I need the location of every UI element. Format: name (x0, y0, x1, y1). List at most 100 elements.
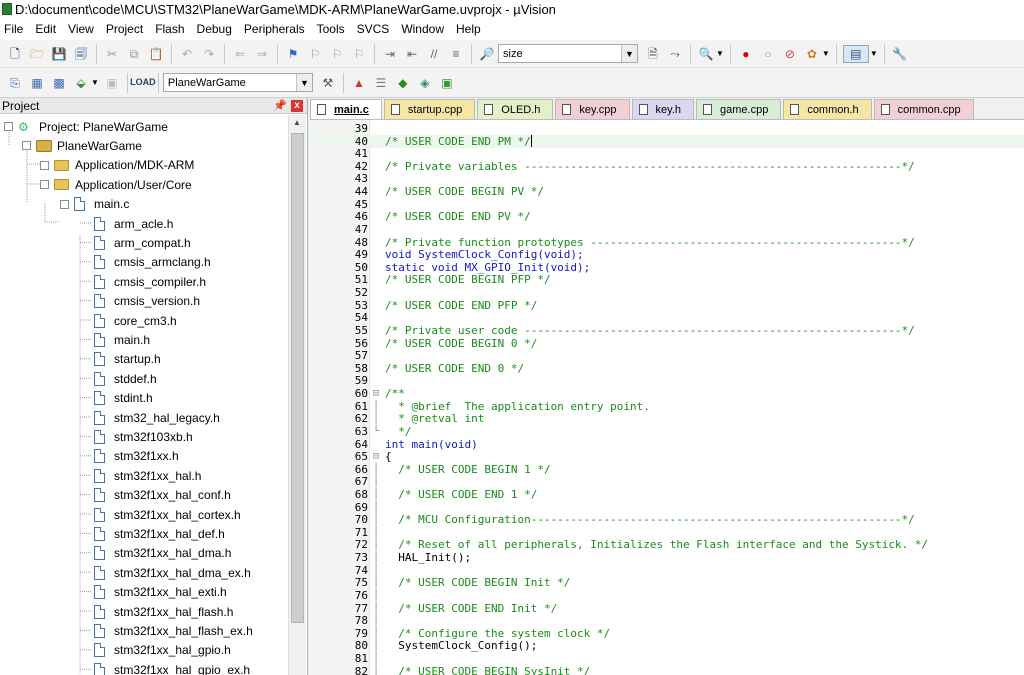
menu-help[interactable]: Help (452, 22, 489, 36)
collapse-icon[interactable] (40, 180, 49, 190)
chevron-down-icon[interactable]: ▼ (822, 49, 830, 58)
new-file-icon[interactable]: 🗋 (6, 45, 24, 63)
tree-item[interactable]: stm32f1xx_hal_gpio_ex.h (94, 660, 250, 675)
indent-icon[interactable]: ⇥ (381, 45, 399, 63)
collapse-icon[interactable] (22, 141, 31, 151)
tree-item[interactable]: stm32f1xx_hal.h (94, 466, 201, 485)
tree-item[interactable]: Application/User/Core (40, 175, 192, 194)
tree-item[interactable]: stm32f1xx_hal_conf.h (94, 486, 231, 505)
save-all-icon[interactable]: 🗐 (72, 45, 90, 63)
menu-window[interactable]: Window (397, 22, 452, 36)
navigate-back-icon[interactable]: ⇐ (231, 45, 249, 63)
project-panel-scrollbar[interactable]: ▲ (288, 115, 306, 675)
menu-debug[interactable]: Debug (193, 22, 240, 36)
bookmark-clear-icon[interactable]: ⚐ (350, 45, 368, 63)
configure-icon[interactable]: 🔧 (891, 45, 909, 63)
download-icon[interactable]: LOAD (130, 74, 156, 92)
editor-tab[interactable]: key.h (631, 99, 694, 119)
find-in-files-icon[interactable]: 🔎 (478, 45, 496, 63)
tree-item[interactable]: main.c (60, 195, 129, 214)
tree-item[interactable]: stm32f1xx_hal_cortex.h (94, 505, 241, 524)
menu-flash[interactable]: Flash (151, 22, 192, 36)
file-extensions-icon[interactable]: ☰ (372, 74, 390, 92)
tree-item[interactable]: stm32f1xx.h (94, 447, 179, 466)
undo-icon[interactable]: ↶ (178, 45, 196, 63)
breakpoint-disable-all-icon[interactable]: ⊘ (781, 45, 799, 63)
rebuild-icon[interactable]: ▩ (50, 74, 68, 92)
open-folder-icon[interactable]: 🗁 (28, 45, 46, 63)
collapse-icon[interactable] (4, 122, 13, 131)
stop-build-icon[interactable]: ▣ (103, 74, 121, 92)
unindent-icon[interactable]: ⇤ (403, 45, 421, 63)
tree-item[interactable]: arm_compat.h (94, 233, 191, 252)
tree-item[interactable]: stm32f1xx_hal_flash_ex.h (94, 621, 253, 640)
fold-collapse-icon[interactable]: ⊟ (373, 387, 382, 400)
cut-icon[interactable]: ✂ (103, 45, 121, 63)
tree-item[interactable]: cmsis_armclang.h (94, 253, 211, 272)
window-layout-icon[interactable]: ▤ (842, 44, 869, 63)
navigate-forward-icon[interactable]: ⇒ (253, 45, 271, 63)
tree-item[interactable]: Application/MDK-ARM (40, 156, 194, 175)
find-combo[interactable]: size ▼ (498, 44, 638, 63)
tree-item[interactable]: arm_acle.h (94, 214, 173, 233)
select-software-packs-icon[interactable]: ◈ (416, 74, 434, 92)
menu-file[interactable]: File (0, 22, 31, 36)
tree-item[interactable]: cmsis_version.h (94, 292, 200, 311)
tree-item[interactable]: stddef.h (94, 369, 157, 388)
paste-icon[interactable]: 📋 (147, 45, 165, 63)
scroll-up-icon[interactable]: ▲ (289, 115, 305, 131)
menu-svcs[interactable]: SVCS (353, 22, 398, 36)
editor-tab[interactable]: OLED.h (477, 99, 554, 119)
chevron-down-icon[interactable]: ▼ (621, 45, 637, 62)
find-icon[interactable]: 🗎 (644, 45, 662, 63)
tree-item[interactable]: stdint.h (94, 389, 153, 408)
tree-item[interactable]: stm32f1xx_hal_exti.h (94, 583, 227, 602)
tree-item[interactable]: stm32f1xx_hal_dma.h (94, 544, 231, 563)
expand-icon[interactable] (40, 160, 49, 170)
pin-icon[interactable]: 📌 (273, 99, 287, 112)
collapse-icon[interactable] (60, 199, 69, 209)
tree-item[interactable]: cmsis_compiler.h (94, 272, 206, 291)
editor-tab[interactable]: common.h (783, 99, 872, 119)
breakpoint-kill-all-icon[interactable]: ✿ (803, 45, 821, 63)
target-options-icon[interactable]: ⚒ (319, 74, 337, 92)
pack-installer-icon[interactable]: ▣ (438, 74, 456, 92)
menu-peripherals[interactable]: Peripherals (240, 22, 313, 36)
tree-item[interactable]: stm32_hal_legacy.h (94, 408, 220, 427)
manage-project-items-icon[interactable]: ▲ (350, 74, 368, 92)
tree-item[interactable]: stm32f1xx_hal_gpio.h (94, 641, 231, 660)
batch-build-icon[interactable]: ⬙ (72, 74, 90, 92)
tree-item[interactable]: stm32f1xx_hal_dma_ex.h (94, 563, 251, 582)
chevron-down-icon[interactable]: ▼ (870, 49, 878, 58)
bookmark-insert-icon[interactable]: ⚑ (284, 45, 302, 63)
menu-tools[interactable]: Tools (313, 22, 353, 36)
tree-item[interactable]: core_cm3.h (94, 311, 177, 330)
editor-tab[interactable]: key.cpp (555, 99, 630, 119)
build-icon[interactable]: ▦ (28, 74, 46, 92)
redo-icon[interactable]: ↷ (200, 45, 218, 63)
tree-item[interactable]: PlaneWarGame (22, 136, 142, 155)
chevron-down-icon[interactable]: ▼ (91, 78, 99, 87)
editor-tab[interactable]: main.c (310, 99, 382, 119)
fold-collapse-icon[interactable]: ⊟ (373, 450, 382, 463)
editor-tab[interactable]: common.cpp (873, 99, 974, 119)
comment-icon[interactable]: // (425, 45, 443, 63)
tree-item[interactable]: main.h (94, 330, 150, 349)
bookmark-next-icon[interactable]: ⚐ (328, 45, 346, 63)
target-select[interactable]: PlaneWarGame ▼ (162, 73, 313, 92)
translate-icon[interactable]: ⎘ (6, 74, 24, 92)
copy-icon[interactable]: ⧉ (125, 45, 143, 63)
breakpoint-insert-icon[interactable]: ● (737, 45, 755, 63)
menu-view[interactable]: View (64, 22, 102, 36)
tree-item[interactable]: startup.h (94, 350, 161, 369)
incremental-find-icon[interactable]: ⤳ (666, 45, 684, 63)
chevron-down-icon[interactable]: ▼ (716, 49, 724, 58)
editor-tab[interactable]: game.cpp (696, 99, 782, 119)
breakpoint-enable-icon[interactable]: ○ (759, 45, 777, 63)
tree-item[interactable]: ⚙ Project: PlaneWarGame (4, 117, 168, 136)
code-editor[interactable]: 39 40 /* USER CODE END PM */ 41 42 /* Private… (310, 120, 1024, 675)
menu-project[interactable]: Project (102, 22, 151, 36)
close-icon[interactable]: x (291, 100, 303, 112)
save-icon[interactable]: 💾 (50, 45, 68, 63)
tree-item[interactable]: stm32f1xx_hal_flash.h (94, 602, 233, 621)
